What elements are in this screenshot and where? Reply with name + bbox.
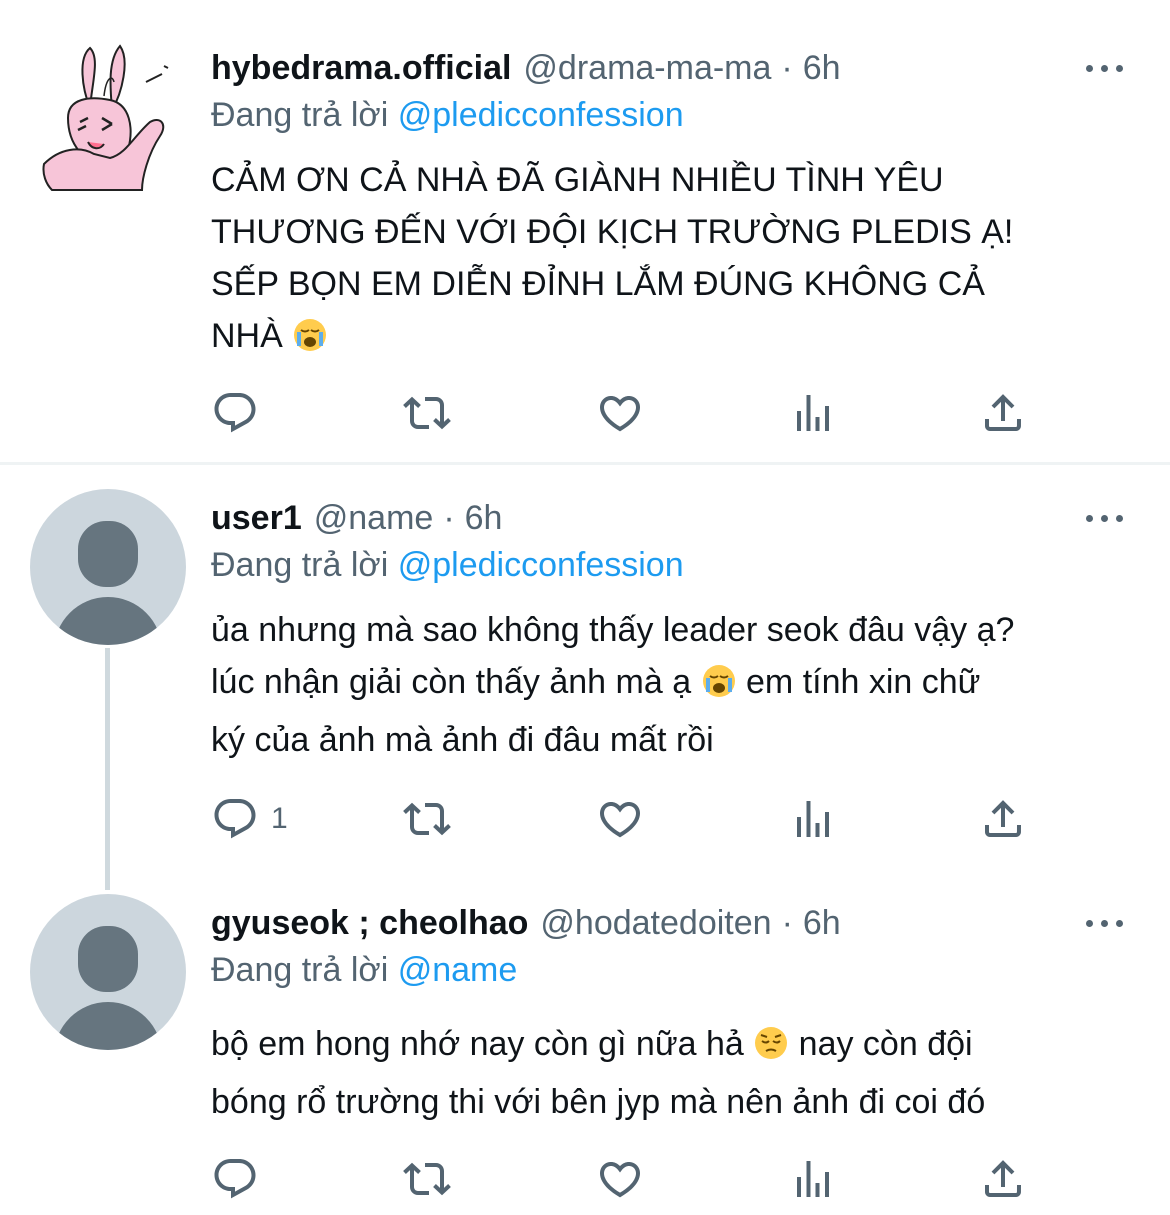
replying-to: Đang trả lời @name [211,951,517,990]
analytics-button[interactable] [789,794,837,844]
separator-dot: · [781,903,793,942]
replying-to: Đang trả lời @pledicconfession [211,96,684,135]
tweet-text-mixed-line: bộ em hong nhớ nay còn gì nữa hả nay còn… [211,1018,1141,1076]
tweet-text-mixed-line: lúc nhận giải còn thấy ảnh mà ạ em tính … [211,656,1141,714]
more-options-button[interactable] [1086,496,1126,540]
tweet-text-line: ủa nhưng mà sao không thấy leader seok đ… [211,611,1015,649]
more-options-button[interactable] [1086,46,1126,90]
share-icon [979,795,1027,843]
reply-icon [211,1155,259,1203]
tweet-actions [211,388,1051,438]
default-profile-avatar[interactable] [30,489,186,645]
display-name[interactable]: hybedrama.official [211,49,511,88]
like-icon [596,795,644,843]
replying-to-label: Đang trả lời [211,951,389,989]
tweet-text-line: NHÀ [211,317,283,355]
tweet-text-line: bóng rổ trường thi với bên jyp mà nên ản… [211,1083,986,1121]
retweet-icon [403,1155,451,1203]
timestamp[interactable]: 6h [465,499,503,538]
tweet-header: gyuseok ; cheolhao @hodatedoiten · 6h [211,901,841,945]
user-handle[interactable]: @name [314,499,434,538]
tweet-text-last-line: NHÀ [211,310,1141,368]
tweet-divider [0,462,1170,465]
tweet-actions [211,1154,1051,1204]
reply-icon [211,389,259,437]
reply-button[interactable]: 1 [211,794,288,844]
tweet-text-line: ký của ảnh mà ảnh đi đâu mất rồi [211,721,714,759]
analytics-icon [789,1155,837,1203]
tweet-text-line: THƯƠNG ĐẾN VỚI ĐỘI KỊCH TRƯỜNG PLEDIS Ạ! [211,213,1014,251]
like-button[interactable] [596,1154,644,1204]
like-icon [596,1155,644,1203]
reply-button[interactable] [211,1154,271,1204]
separator-dot: · [443,498,455,537]
bunny-cartoon-avatar[interactable] [30,38,180,194]
timestamp[interactable]: 6h [803,904,841,943]
tweet-text-line: em tính xin chữ [746,663,981,701]
tweet-header: user1 @name · 6h [211,496,502,540]
tweet-text-line: nay còn đội [798,1025,973,1063]
mention-link[interactable]: @name [398,951,518,989]
tweet-text: ủa nhưng mà sao không thấy leader seok đ… [211,604,1141,766]
loudly-crying-face-emoji [701,662,737,714]
thread-line [105,648,110,890]
mention-link[interactable]: @pledicconfession [398,96,684,134]
more-options-button[interactable] [1086,901,1126,945]
analytics-button[interactable] [789,1154,837,1204]
analytics-icon [789,389,837,437]
retweet-button[interactable] [403,388,451,438]
replying-to-label: Đang trả lời [211,546,389,584]
like-icon [596,389,644,437]
mention-link[interactable]: @pledicconfession [398,546,684,584]
retweet-icon [403,389,451,437]
share-button[interactable] [979,794,1027,844]
retweet-button[interactable] [403,1154,451,1204]
share-button[interactable] [979,388,1027,438]
separator-dot: · [781,48,793,87]
reply-count: 1 [271,802,288,835]
tweet-actions: 1 [211,794,1051,844]
tweet-text-line: CẢM ƠN CẢ NHÀ ĐÃ GIÀNH NHIỀU TÌNH YÊU [211,161,944,199]
share-button[interactable] [979,1154,1027,1204]
tweet-text-line: bộ em hong nhớ nay còn gì nữa hả [211,1025,744,1063]
tweet-text: CẢM ƠN CẢ NHÀ ĐÃ GIÀNH NHIỀU TÌNH YÊU TH… [211,154,1141,368]
default-profile-avatar[interactable] [30,894,186,1050]
analytics-button[interactable] [789,388,837,438]
pensive-face-emoji [753,1024,789,1076]
user-handle[interactable]: @drama-ma-ma [523,49,771,88]
replying-to-label: Đang trả lời [211,96,389,134]
tweet-text: bộ em hong nhớ nay còn gì nữa hả nay còn… [211,1018,1141,1128]
share-icon [979,1155,1027,1203]
tweet-text-line: lúc nhận giải còn thấy ảnh mà ạ [211,663,692,701]
retweet-button[interactable] [403,794,451,844]
analytics-icon [789,795,837,843]
share-icon [979,389,1027,437]
tweet-header: hybedrama.official @drama-ma-ma · 6h [211,46,841,90]
retweet-icon [403,795,451,843]
loudly-crying-face-emoji [292,316,328,368]
replying-to: Đang trả lời @pledicconfession [211,546,684,585]
like-button[interactable] [596,794,644,844]
timestamp[interactable]: 6h [803,49,841,88]
tweet-text-line: SẾP BỌN EM DIỄN ĐỈNH LẮM ĐÚNG KHÔNG CẢ [211,265,985,303]
user-handle[interactable]: @hodatedoiten [540,904,771,943]
display-name[interactable]: user1 [211,499,302,538]
like-button[interactable] [596,388,644,438]
reply-button[interactable] [211,388,271,438]
display-name[interactable]: gyuseok ; cheolhao [211,904,528,943]
reply-icon [211,795,259,843]
